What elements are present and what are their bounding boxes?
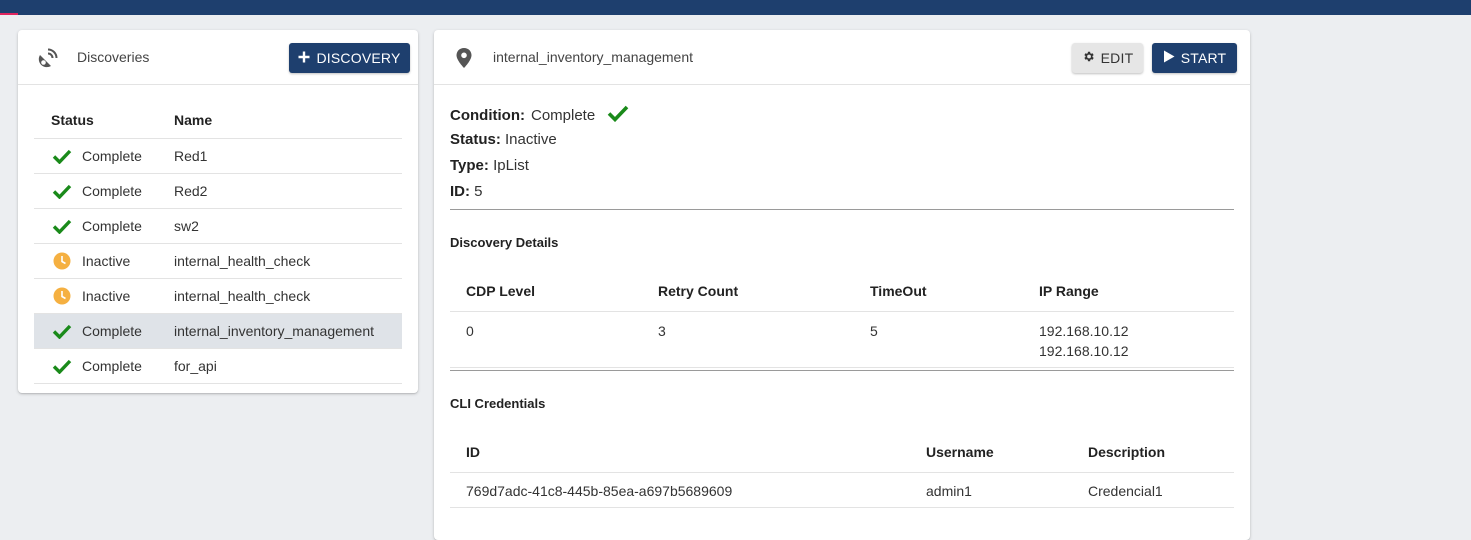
add-discovery-label: DISCOVERY: [316, 50, 401, 66]
table-header-row: CDP Level Retry Count TimeOut IP Range: [450, 271, 1234, 312]
status-cell: Inactive: [34, 278, 173, 314]
cli-credentials-title: CLI Credentials: [450, 396, 546, 411]
table-row: 0 3 5 192.168.10.12 192.168.10.12: [450, 311, 1234, 368]
name-cell: sw2: [173, 208, 402, 244]
start-button[interactable]: START: [1152, 43, 1237, 73]
edit-button-label: EDIT: [1100, 50, 1134, 66]
status-text: Inactive: [82, 288, 131, 304]
check-icon: [607, 104, 629, 126]
status-text: Complete: [82, 148, 142, 164]
condition-value: Complete: [530, 106, 596, 124]
type-label: Type:: [450, 157, 489, 174]
status-text: Complete: [82, 218, 142, 234]
status-cell: Complete: [34, 173, 173, 209]
timeout-cell: 5: [854, 311, 1023, 368]
table-row[interactable]: Complete Red1: [34, 138, 402, 174]
status-cell: Complete: [34, 348, 173, 384]
column-header-cdp-level: CDP Level: [450, 271, 642, 312]
map-marker-icon: [451, 45, 477, 71]
column-header-description: Description: [1072, 432, 1234, 473]
id-line: ID: 5: [450, 183, 483, 200]
column-header-id: ID: [450, 432, 910, 473]
check-icon: [51, 358, 73, 374]
column-header-retry-count: Retry Count: [642, 271, 854, 312]
table-row: 769d7adc-41c8-445b-85ea-a697b5689609 adm…: [450, 472, 1234, 508]
retry-count-cell: 3: [642, 311, 854, 368]
clock-icon: [51, 287, 73, 305]
discoveries-panel-header: Discoveries DISCOVERY: [18, 30, 418, 85]
check-icon: [51, 148, 73, 164]
condition-line: Condition: Complete: [450, 104, 629, 126]
section-divider: [450, 370, 1234, 371]
discoveries-title: Discoveries: [77, 49, 150, 65]
check-icon: [51, 218, 73, 234]
credential-username-cell: admin1: [910, 472, 1072, 508]
add-discovery-button[interactable]: DISCOVERY: [289, 43, 410, 73]
status-text: Complete: [82, 358, 142, 374]
credential-id-cell: 769d7adc-41c8-445b-85ea-a697b5689609: [450, 472, 910, 508]
status-cell: Complete: [34, 138, 173, 174]
section-divider: [450, 209, 1234, 210]
name-cell: internal_health_check: [173, 243, 402, 279]
clock-icon: [51, 252, 73, 270]
edit-button[interactable]: EDIT: [1072, 43, 1143, 73]
id-label: ID:: [450, 183, 470, 200]
condition-label: Condition:: [450, 106, 525, 124]
status-value: Inactive: [505, 131, 557, 148]
play-icon: [1163, 50, 1175, 66]
ip-range-value: 192.168.10.12: [1039, 343, 1129, 359]
start-button-label: START: [1180, 50, 1227, 66]
table-row[interactable]: Complete sw2: [34, 208, 402, 244]
discoveries-table: Status Name Complete Red1 Complete Red2 Comp…: [34, 102, 402, 384]
name-cell: Red2: [173, 173, 402, 209]
status-cell: Inactive: [34, 243, 173, 279]
name-cell: internal_inventory_management: [173, 313, 402, 349]
id-value: 5: [474, 183, 483, 200]
satellite-dish-icon: [35, 45, 61, 71]
cli-credentials-table: ID Username Description 769d7adc-41c8-44…: [450, 432, 1234, 508]
table-row[interactable]: Inactive internal_health_check: [34, 278, 402, 314]
status-text: Inactive: [82, 253, 131, 269]
ip-range-value: 192.168.10.12: [1039, 323, 1129, 339]
detail-panel-header: internal_inventory_management EDIT START: [434, 30, 1250, 85]
table-row[interactable]: Complete Red2: [34, 173, 402, 209]
table-row[interactable]: Inactive internal_health_check: [34, 243, 402, 279]
status-cell: Complete: [34, 208, 173, 244]
check-icon: [51, 323, 73, 339]
name-cell: Red1: [173, 138, 402, 174]
name-cell: for_api: [173, 348, 402, 384]
top-app-bar: [0, 0, 1471, 15]
cdp-level-cell: 0: [450, 311, 642, 368]
name-cell: internal_health_check: [173, 278, 402, 314]
discovery-details-title: Discovery Details: [450, 235, 559, 250]
status-text: Complete: [82, 323, 142, 339]
discovery-detail-panel: internal_inventory_management EDIT START…: [434, 30, 1250, 540]
status-text: Complete: [82, 183, 142, 199]
status-cell: Complete: [34, 313, 173, 349]
ip-range-cell: 192.168.10.12 192.168.10.12: [1023, 311, 1234, 368]
plus-icon: [298, 50, 310, 66]
table-row[interactable]: Complete internal_inventory_management: [34, 313, 402, 349]
column-header-status: Status: [34, 102, 173, 139]
column-header-username: Username: [910, 432, 1072, 473]
table-row[interactable]: Complete for_api: [34, 348, 402, 384]
gear-icon: [1082, 50, 1095, 66]
type-value: IpList: [493, 157, 529, 174]
table-header-row: ID Username Description: [450, 432, 1234, 473]
column-header-timeout: TimeOut: [854, 271, 1023, 312]
column-header-ip-range: IP Range: [1023, 271, 1234, 312]
status-label: Status:: [450, 131, 501, 148]
table-header-row: Status Name: [34, 102, 402, 139]
check-icon: [51, 183, 73, 199]
top-bar-accent: [0, 13, 18, 15]
credential-description-cell: Credencial1: [1072, 472, 1234, 508]
discoveries-panel: Discoveries DISCOVERY Status Name Comple…: [18, 30, 418, 393]
discovery-details-table: CDP Level Retry Count TimeOut IP Range 0…: [450, 271, 1234, 368]
status-line: Status: Inactive: [450, 131, 557, 148]
type-line: Type: IpList: [450, 157, 529, 174]
column-header-name: Name: [173, 102, 402, 139]
detail-title: internal_inventory_management: [493, 49, 694, 65]
